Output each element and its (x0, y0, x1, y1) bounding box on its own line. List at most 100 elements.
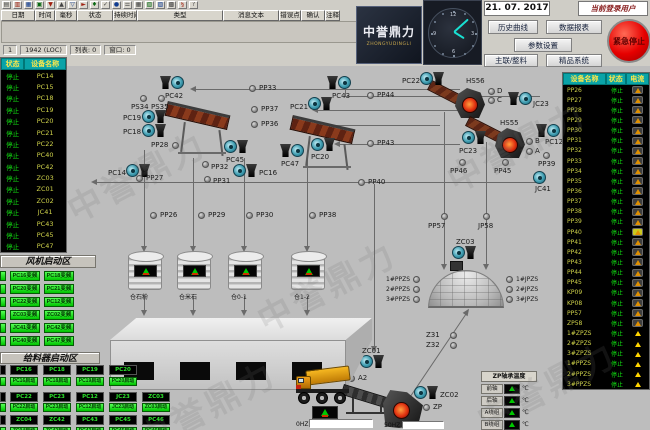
device-row[interactable]: 2#PPZS 停止 (563, 369, 649, 379)
fan-start-button[interactable]: PC20变频 (10, 284, 40, 294)
feeder-start-button[interactable]: JC23启动 (109, 403, 137, 412)
parameter-settings-button[interactable]: 参数设置 (514, 38, 572, 52)
history-curve-button[interactable]: 历史曲线 (488, 20, 538, 34)
device-row[interactable]: 停止 PC42 (1, 161, 66, 172)
device-row[interactable]: 停止 PC15 (1, 81, 66, 92)
feeder-start-button[interactable]: PC16启动 (10, 377, 38, 386)
device-row[interactable]: PP37 停止 (563, 197, 649, 207)
fan-start-button[interactable]: JC41变频 (10, 323, 40, 333)
device-row[interactable]: KP08 停止 (563, 298, 649, 308)
device-row[interactable]: PP32 停止 (563, 146, 649, 156)
device-row[interactable]: PP41 停止 (563, 237, 649, 247)
device-row[interactable]: PP35 停止 (563, 176, 649, 186)
clipped-button[interactable] (0, 297, 6, 307)
device-row[interactable]: 停止 PC21 (1, 127, 66, 138)
fan-start-button[interactable]: ZC02变频 (44, 310, 74, 320)
ack-icon[interactable]: ✓ (101, 1, 110, 9)
lock-icon[interactable]: ▩ (167, 1, 176, 9)
feeder-start-button[interactable]: PC22启动 (10, 403, 38, 412)
pin-icon[interactable]: ♦ (90, 1, 99, 9)
device-row[interactable]: 停止 PC18 (1, 93, 66, 104)
list-icon[interactable]: ☰ (123, 1, 132, 9)
sort-desc-icon[interactable]: ▽ (68, 1, 77, 9)
premium-system-button[interactable]: 精品系统 (546, 54, 602, 67)
device-row[interactable]: 停止 PC40 (1, 150, 66, 161)
fan-start-button[interactable]: ZC03变频 (10, 310, 40, 320)
device-row[interactable]: PP31 停止 (563, 136, 649, 146)
device-row[interactable]: PP34 停止 (563, 166, 649, 176)
filter-icon[interactable]: ▼ (46, 1, 55, 9)
chart-icon[interactable]: ▧ (145, 1, 154, 9)
table-icon[interactable]: ▦ (134, 1, 143, 9)
device-row[interactable]: PP39 停止 (563, 217, 649, 227)
frequency-input[interactable] (309, 419, 373, 428)
device-row[interactable]: KP09 停止 (563, 288, 649, 298)
device-row[interactable]: 停止 PC22 (1, 138, 66, 149)
clipped-button[interactable] (0, 271, 6, 281)
clipped-button[interactable] (0, 336, 6, 346)
device-row[interactable]: 1#ZPZS 停止 (563, 328, 649, 338)
device-row[interactable]: 停止 PC43 (1, 218, 66, 229)
device-row[interactable]: PP57 停止 (563, 308, 649, 318)
feeder-start-button[interactable]: PC18启动 (43, 377, 71, 386)
feeder-start-button[interactable]: ZC03启动 (142, 403, 170, 412)
device-row[interactable]: 停止 ZC03 (1, 172, 66, 183)
device-row[interactable]: PP33 停止 (563, 156, 649, 166)
clipped-button[interactable] (0, 377, 6, 386)
clipped-button[interactable] (0, 323, 6, 333)
clipped-button[interactable] (0, 403, 6, 412)
feeder-start-button[interactable]: PC20启动 (109, 377, 137, 386)
mail-icon[interactable]: ▨ (156, 1, 165, 9)
device-row[interactable]: 停止 ZC02 (1, 195, 66, 206)
device-row[interactable]: 停止 ZC01 (1, 184, 66, 195)
emergency-stop-button[interactable]: 紧急停止 (607, 19, 650, 63)
device-row[interactable]: ZP58 停止 (563, 318, 649, 328)
fan-start-button[interactable]: PC18变频 (44, 271, 74, 281)
device-row[interactable]: PP42 停止 (563, 247, 649, 257)
device-row[interactable]: 3#ZPZS 停止 (563, 349, 649, 359)
device-row[interactable]: 2#ZPZS 停止 (563, 339, 649, 349)
fan-start-button[interactable]: PC47变频 (44, 336, 74, 346)
clipped-button[interactable] (0, 284, 6, 294)
device-row[interactable]: 停止 PC20 (1, 116, 66, 127)
fan-start-button[interactable]: PC16变频 (10, 271, 40, 281)
fan-start-button[interactable]: PC40变频 (10, 336, 40, 346)
main-interlock-button[interactable]: 主联/整料 (484, 54, 538, 67)
device-row[interactable]: PP36 停止 (563, 186, 649, 196)
device-row[interactable]: PP26 停止 (563, 85, 649, 95)
feeder-start-button[interactable]: PC19启动 (76, 377, 104, 386)
device-row[interactable]: PP44 停止 (563, 268, 649, 278)
play-icon[interactable]: ► (79, 1, 88, 9)
feeder-start-button[interactable]: PC12启动 (76, 403, 104, 412)
open-icon[interactable]: ▥ (13, 1, 22, 9)
alarm-icon[interactable]: ● (112, 1, 121, 9)
device-row[interactable]: PP28 停止 (563, 105, 649, 115)
help-icon[interactable]: ? (189, 1, 198, 9)
sort-icon[interactable]: § (178, 1, 187, 9)
device-row[interactable]: 停止 PC47 (1, 241, 66, 252)
sort-asc-icon[interactable]: ▲ (57, 1, 66, 9)
device-row[interactable]: 停止 JC41 (1, 207, 66, 218)
data-report-button[interactable]: 数据报表 (546, 20, 602, 34)
print-icon[interactable]: ▣ (35, 1, 44, 9)
device-row[interactable]: PP29 停止 (563, 115, 649, 125)
fan-start-button[interactable]: PC12变频 (44, 297, 74, 307)
clipped-button[interactable] (0, 310, 6, 320)
fan-start-button[interactable]: PC22变频 (10, 297, 40, 307)
device-row[interactable]: 停止 PC19 (1, 104, 66, 115)
frequency-input-2[interactable] (402, 421, 444, 429)
device-row[interactable]: PP38 停止 (563, 207, 649, 217)
fan-start-button[interactable]: PC21变频 (44, 284, 74, 294)
device-row[interactable]: PP40 停止 (563, 227, 649, 237)
device-row[interactable]: PP45 停止 (563, 278, 649, 288)
feeder-start-button[interactable]: PC23启动 (43, 403, 71, 412)
save-icon[interactable]: ▦ (24, 1, 33, 9)
fan-start-button[interactable]: PC42变频 (44, 323, 74, 333)
device-row[interactable]: 停止 PC45 (1, 229, 66, 240)
device-row[interactable]: PP43 停止 (563, 257, 649, 267)
device-row[interactable]: 1#PPZS 停止 (563, 359, 649, 369)
device-row[interactable]: PP27 停止 (563, 95, 649, 105)
device-row[interactable]: PP30 停止 (563, 126, 649, 136)
device-row[interactable]: 3#PPZS 停止 (563, 379, 649, 389)
new-icon[interactable]: ▤ (2, 1, 11, 9)
